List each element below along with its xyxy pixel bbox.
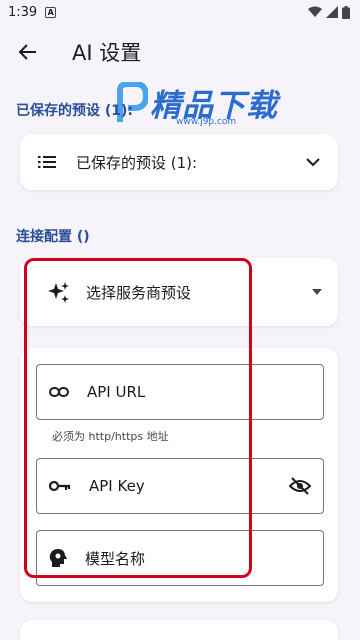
watermark-logo: 精品下载 www.j9p.com [117,78,306,134]
chevron-down-icon [306,158,320,167]
notification-a-icon: A [45,6,57,18]
eye-off-icon [289,477,311,495]
saved-presets-dropdown[interactable]: 已保存的预设 (1): [20,134,338,190]
connection-title: 连接配置 () [16,229,90,245]
wifi-icon [308,6,322,17]
key-icon [49,480,71,492]
arrow-back-icon [18,44,36,60]
battery-icon [342,5,350,19]
page-title: AI 设置 [72,41,142,65]
signal-icon [326,6,338,18]
status-bar: 1:39 A [0,0,360,24]
back-button[interactable] [0,24,56,80]
watermark-url: www.j9p.com [176,117,237,127]
next-card [20,620,338,640]
api-url-field[interactable]: API URL [36,364,324,420]
model-name-label: 模型名称 [85,549,146,568]
saved-presets-label: 已保存的预设 (1): [76,153,198,172]
saved-presets-title: 已保存的预设 (1): [16,103,134,119]
visibility-off-button[interactable] [289,477,311,495]
app-bar: AI 设置 [0,24,360,80]
model-name-field[interactable]: 模型名称 [36,530,324,586]
list-icon [38,156,56,168]
api-url-label: API URL [87,383,146,401]
head-gear-icon [49,549,67,567]
provider-preset-label: 选择服务商预设 [86,283,192,302]
status-time: 1:39 [8,4,38,20]
api-key-field[interactable]: API Key [36,458,324,514]
api-key-label: API Key [89,477,145,495]
api-url-helper: 必须为 http/https 地址 [52,430,169,443]
link-icon [49,387,69,397]
provider-preset-dropdown[interactable]: 选择服务商预设 [20,258,338,326]
dropdown-arrow-icon [312,289,322,295]
sparkle-icon [48,282,69,303]
